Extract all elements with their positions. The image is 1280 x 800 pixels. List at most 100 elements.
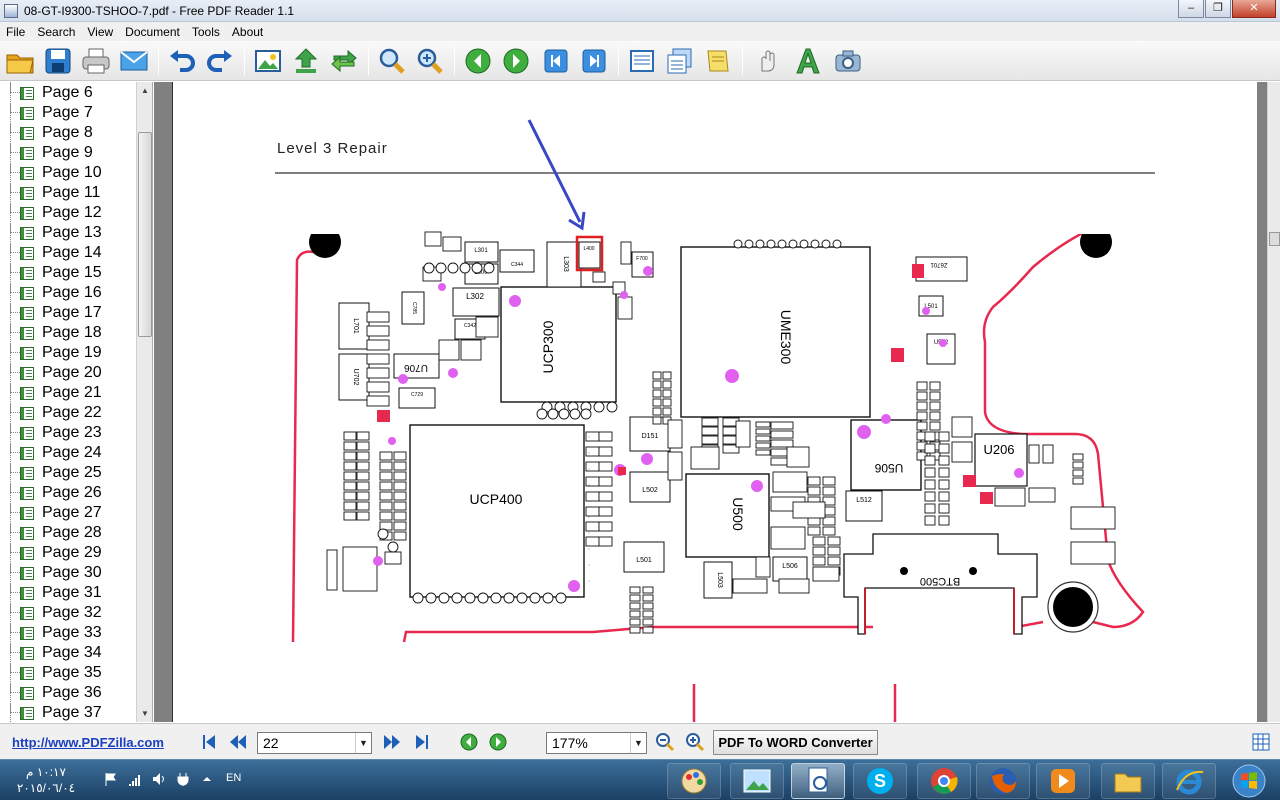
tree-item-page[interactable]: Page 25 bbox=[0, 463, 136, 483]
tree-item-page[interactable]: Page 22 bbox=[0, 403, 136, 423]
page-number-select[interactable]: 22 ▼ bbox=[257, 732, 372, 754]
sync-icon[interactable] bbox=[328, 45, 360, 77]
next-page-button[interactable] bbox=[381, 731, 403, 753]
tree-item-page[interactable]: Page 36 bbox=[0, 683, 136, 703]
paint-taskbar-icon[interactable] bbox=[667, 763, 721, 799]
start-button[interactable] bbox=[1222, 763, 1276, 799]
tree-item-page[interactable]: Page 6 bbox=[0, 83, 136, 103]
tree-item-page[interactable]: Page 31 bbox=[0, 583, 136, 603]
menu-search[interactable]: Search bbox=[31, 25, 81, 39]
show-hidden-icons[interactable] bbox=[200, 772, 214, 786]
restore-button[interactable]: ❐ bbox=[1205, 0, 1231, 18]
tree-item-page[interactable]: Page 28 bbox=[0, 523, 136, 543]
zoom-select[interactable]: 177% ▼ bbox=[546, 732, 647, 754]
minimize-button[interactable]: – bbox=[1178, 0, 1204, 18]
open-folder-icon[interactable] bbox=[4, 45, 36, 77]
media-player-taskbar-icon[interactable] bbox=[1036, 763, 1090, 799]
zoom-out-icon[interactable] bbox=[414, 45, 446, 77]
tree-item-page[interactable]: Page 34 bbox=[0, 643, 136, 663]
menu-file[interactable]: File bbox=[0, 25, 31, 39]
menu-tools[interactable]: Tools bbox=[186, 25, 226, 39]
tree-item-page[interactable]: Page 12 bbox=[0, 203, 136, 223]
website-link[interactable]: http://www.PDFZilla.com bbox=[12, 735, 164, 750]
tree-item-page[interactable]: Page 23 bbox=[0, 423, 136, 443]
menu-view[interactable]: View bbox=[81, 25, 119, 39]
pdf-to-word-button[interactable]: PDF To WORD Converter bbox=[713, 730, 878, 755]
camera-icon[interactable] bbox=[832, 45, 864, 77]
tree-item-page[interactable]: Page 10 bbox=[0, 163, 136, 183]
tree-item-page[interactable]: Page 30 bbox=[0, 563, 136, 583]
previous-page-button[interactable] bbox=[227, 731, 249, 753]
tree-item-page[interactable]: Page 26 bbox=[0, 483, 136, 503]
scroll-up-icon[interactable]: ▲ bbox=[137, 82, 152, 99]
flag-icon[interactable] bbox=[104, 772, 118, 786]
forward-icon[interactable] bbox=[500, 45, 532, 77]
tree-item-page[interactable]: Page 13 bbox=[0, 223, 136, 243]
tree-item-page[interactable]: Page 15 bbox=[0, 263, 136, 283]
tree-item-page[interactable]: Page 11 bbox=[0, 183, 136, 203]
tree-item-page[interactable]: Page 8 bbox=[0, 123, 136, 143]
zoom-out-button[interactable] bbox=[654, 731, 676, 753]
tree-item-page[interactable]: Page 18 bbox=[0, 323, 136, 343]
explorer-taskbar-icon[interactable] bbox=[1101, 763, 1155, 799]
tree-item-page[interactable]: Page 14 bbox=[0, 243, 136, 263]
chrome-taskbar-icon[interactable] bbox=[917, 763, 971, 799]
menu-document[interactable]: Document bbox=[119, 25, 186, 39]
save-icon[interactable] bbox=[42, 45, 74, 77]
grid-view-icon[interactable] bbox=[1250, 731, 1272, 753]
tree-item-page[interactable]: Page 21 bbox=[0, 383, 136, 403]
document-viewer[interactable]: Level 3 Repair UCP300 UCP400 UME300 U500… bbox=[154, 82, 1267, 722]
print-icon[interactable] bbox=[80, 45, 112, 77]
back-nav-button[interactable] bbox=[458, 731, 480, 753]
sidebar-scrollbar[interactable]: ▲ ▼ bbox=[136, 82, 152, 722]
language-indicator[interactable]: EN bbox=[226, 772, 241, 784]
system-clock[interactable]: ١٠:١٧ م ٢٠١٥/٠٦/٠٤ bbox=[10, 764, 82, 796]
first-page-icon[interactable] bbox=[540, 45, 572, 77]
network-icon[interactable] bbox=[128, 772, 142, 786]
multi-page-icon[interactable] bbox=[664, 45, 696, 77]
tree-item-page[interactable]: Page 33 bbox=[0, 623, 136, 643]
tree-item-page[interactable]: Page 27 bbox=[0, 503, 136, 523]
scroll-down-icon[interactable]: ▼ bbox=[137, 705, 152, 722]
tree-item-page[interactable]: Page 20 bbox=[0, 363, 136, 383]
zoom-in-button[interactable] bbox=[684, 731, 706, 753]
email-icon[interactable] bbox=[118, 45, 150, 77]
tree-item-page[interactable]: Page 16 bbox=[0, 283, 136, 303]
export-icon[interactable] bbox=[290, 45, 322, 77]
power-icon[interactable] bbox=[176, 772, 190, 786]
skype-taskbar-icon[interactable]: S bbox=[853, 763, 907, 799]
note-icon[interactable] bbox=[702, 45, 734, 77]
tree-item-page[interactable]: Page 19 bbox=[0, 343, 136, 363]
forward-nav-button[interactable] bbox=[487, 731, 509, 753]
back-icon[interactable] bbox=[462, 45, 494, 77]
firefox-taskbar-icon[interactable] bbox=[976, 763, 1030, 799]
tree-item-page[interactable]: Page 24 bbox=[0, 443, 136, 463]
tree-item-page[interactable]: Page 29 bbox=[0, 543, 136, 563]
last-page-icon[interactable] bbox=[578, 45, 610, 77]
hand-icon[interactable] bbox=[752, 45, 784, 77]
image-icon[interactable] bbox=[252, 45, 284, 77]
zoom-in-icon[interactable] bbox=[376, 45, 408, 77]
tree-item-page[interactable]: Page 9 bbox=[0, 143, 136, 163]
tree-item-page[interactable]: Page 35 bbox=[0, 663, 136, 683]
close-button[interactable]: ✕ bbox=[1232, 0, 1276, 18]
text-icon[interactable] bbox=[792, 45, 824, 77]
tree-item-page[interactable]: Page 17 bbox=[0, 303, 136, 323]
viewer-scroll-thumb[interactable] bbox=[1269, 232, 1280, 246]
internet-explorer-taskbar-icon[interactable] bbox=[1162, 763, 1216, 799]
tree-item-page[interactable]: Page 7 bbox=[0, 103, 136, 123]
viewer-scrollbar[interactable] bbox=[1267, 82, 1280, 722]
redo-icon[interactable] bbox=[204, 45, 236, 77]
undo-icon[interactable] bbox=[166, 45, 198, 77]
fit-width-icon[interactable] bbox=[626, 45, 658, 77]
sidebar-scroll-thumb[interactable] bbox=[138, 132, 152, 337]
tree-item-label: Page 29 bbox=[42, 544, 102, 561]
menu-about[interactable]: About bbox=[226, 25, 269, 39]
first-page-button[interactable] bbox=[198, 731, 220, 753]
volume-icon[interactable] bbox=[152, 772, 166, 786]
tree-item-page[interactable]: Page 37 bbox=[0, 703, 136, 722]
tree-item-page[interactable]: Page 32 bbox=[0, 603, 136, 623]
pdf-reader-taskbar-icon[interactable] bbox=[791, 763, 845, 799]
last-page-button[interactable] bbox=[411, 731, 433, 753]
photo-viewer-taskbar-icon[interactable] bbox=[730, 763, 784, 799]
